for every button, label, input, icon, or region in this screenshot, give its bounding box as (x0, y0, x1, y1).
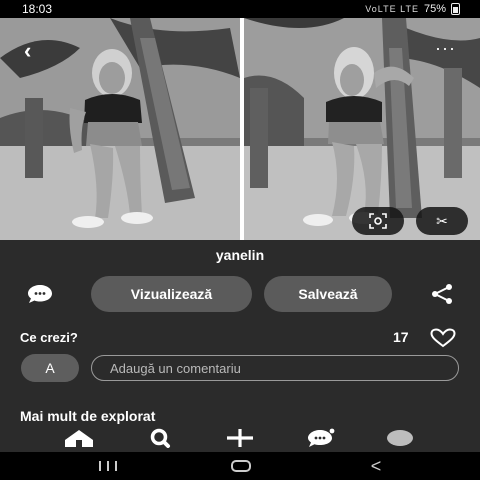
status-bar: 18:03 VoLTE LTE 75% (0, 0, 480, 18)
battery-icon (451, 3, 460, 15)
visual-search-button[interactable] (352, 207, 404, 235)
save-button[interactable]: Salvează (264, 276, 392, 312)
pin-image-left[interactable] (0, 18, 240, 240)
share-icon[interactable] (430, 282, 454, 306)
search-icon (150, 428, 170, 448)
home-icon (65, 430, 93, 447)
comments-heading: Ce crezi? (20, 330, 78, 345)
nav-home[interactable] (64, 426, 94, 450)
visual-search-icon (369, 213, 387, 229)
back-arrow-icon[interactable]: ‹ (24, 40, 31, 62)
scissors-icon: ✂ (436, 212, 448, 229)
system-home-button[interactable] (230, 456, 252, 476)
nav-create[interactable] (225, 426, 255, 450)
system-back-icon: < (370, 455, 382, 476)
messages-icon (308, 428, 335, 447)
status-time: 18:03 (22, 2, 53, 16)
comment-input-row: A (0, 354, 480, 382)
recent-apps-icon (99, 461, 117, 471)
nav-search[interactable] (145, 426, 175, 450)
profile-icon (387, 430, 413, 446)
more-dots-icon[interactable]: ··· (435, 38, 456, 59)
view-button[interactable]: Vizualizează (91, 276, 252, 312)
explore-more-heading: Mai mult de explorat (20, 408, 156, 424)
scissors-button[interactable]: ✂ (416, 207, 468, 235)
pin-title: yanelin (215, 247, 265, 263)
bottom-nav (0, 424, 480, 452)
recent-apps-button[interactable] (96, 456, 120, 476)
action-row: Vizualizează Salvează (0, 276, 480, 312)
pin-details: yanelin Vizualizează Salvează Ce crezi? … (0, 240, 480, 424)
system-home-icon (231, 460, 251, 472)
comment-input[interactable] (91, 355, 459, 381)
comment-bubble-icon[interactable] (27, 284, 53, 304)
heart-icon[interactable] (430, 328, 456, 348)
plus-icon (227, 429, 253, 447)
like-count: 17 (393, 329, 409, 345)
avatar[interactable]: A (21, 354, 79, 382)
status-right: VoLTE LTE 75% (365, 3, 460, 15)
nav-messages[interactable] (305, 426, 335, 450)
pin-image-area[interactable]: ‹ ··· ✂ (0, 18, 480, 240)
nav-profile[interactable] (385, 426, 415, 450)
system-nav-bar: < (0, 452, 480, 480)
battery-percent: 75% (423, 3, 446, 15)
network-indicator: VoLTE LTE (365, 4, 419, 14)
system-back-button[interactable]: < (368, 456, 384, 476)
comments-header: Ce crezi? 17 (0, 328, 480, 348)
